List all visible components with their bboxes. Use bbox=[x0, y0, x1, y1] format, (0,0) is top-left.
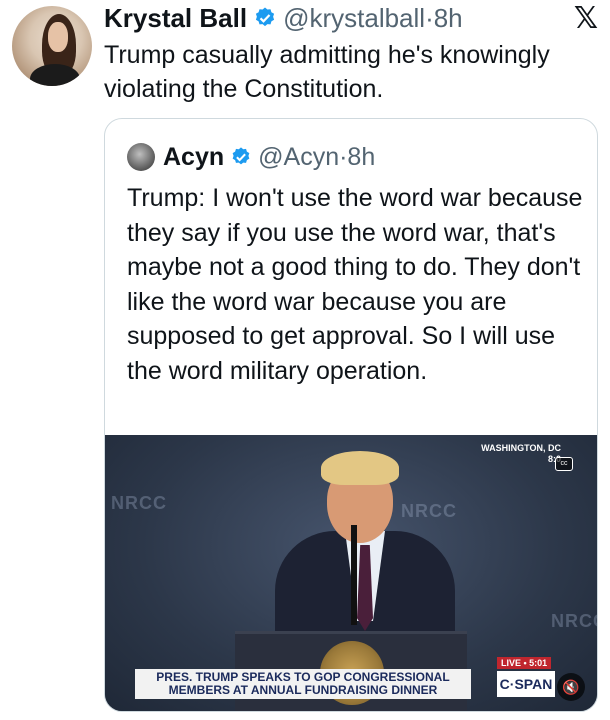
nrcc-watermark: NRCC bbox=[401, 501, 457, 521]
nrcc-watermark: NRCC bbox=[111, 493, 167, 513]
verified-badge-icon bbox=[255, 7, 275, 27]
location-time: 8:0 bbox=[481, 454, 561, 465]
quoted-author-avatar[interactable] bbox=[127, 143, 155, 171]
quoted-tweet-header: Acyn @Acyn·8h bbox=[127, 141, 375, 173]
verified-badge-icon bbox=[232, 147, 250, 165]
quoted-author-handle[interactable]: @Acyn·8h bbox=[258, 143, 375, 172]
location-text: WASHINGTON, DC bbox=[481, 443, 561, 453]
mute-icon[interactable]: 🔇 bbox=[557, 673, 585, 701]
author-avatar[interactable] bbox=[12, 6, 92, 86]
closed-captions-icon[interactable]: cc bbox=[555, 457, 573, 471]
tweet-header: Krystal Ball @krystalball·8h bbox=[104, 2, 463, 34]
quoted-author-name[interactable]: Acyn bbox=[163, 143, 224, 172]
nrcc-watermark: NRCC bbox=[551, 611, 597, 631]
speaker-hair bbox=[321, 451, 399, 485]
avatar-shoulder bbox=[30, 64, 80, 86]
location-bug: WASHINGTON, DC 8:0 bbox=[481, 443, 561, 465]
author-name[interactable]: Krystal Ball bbox=[104, 3, 247, 34]
chyron-caption: PRES. TRUMP SPEAKS TO GOP CONGRESSIONAL … bbox=[135, 669, 471, 699]
tweet-text: Trump casually admitting he's knowingly … bbox=[104, 41, 550, 103]
author-handle[interactable]: @krystalball·8h bbox=[283, 3, 463, 34]
x-logo-icon[interactable]: 𝕏 bbox=[574, 4, 598, 34]
avatar-face bbox=[48, 22, 68, 52]
quoted-tweet-text: Trump: I won't use the word war because … bbox=[127, 184, 583, 385]
quoted-tweet-card[interactable]: Acyn @Acyn·8h Trump: I won't use the wor… bbox=[104, 118, 598, 712]
video-player[interactable]: NRCC NRCC NRCC WASHINGTON, DC 8:0 cc PRE… bbox=[105, 435, 597, 711]
live-badge: LIVE • 5:01 bbox=[497, 657, 552, 669]
network-logo: C·SPAN bbox=[497, 671, 555, 697]
microphone bbox=[351, 525, 357, 625]
caption-line-2: MEMBERS AT ANNUAL FUNDRAISING DINNER bbox=[168, 683, 438, 697]
